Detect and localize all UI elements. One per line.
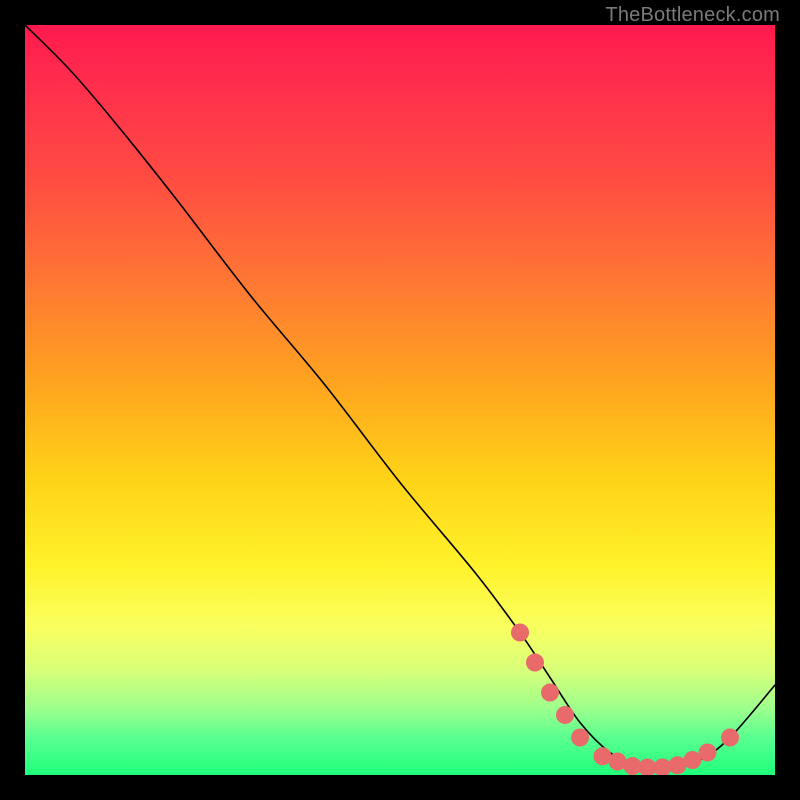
bottleneck-curve: [25, 25, 775, 769]
data-marker: [571, 729, 589, 747]
data-marker: [721, 729, 739, 747]
marker-group: [511, 624, 739, 776]
data-marker: [541, 684, 559, 702]
data-marker: [526, 654, 544, 672]
watermark-text: TheBottleneck.com: [605, 4, 780, 27]
plot-area: [25, 25, 775, 775]
chart-container: TheBottleneck.com: [0, 0, 800, 800]
data-marker: [556, 706, 574, 724]
data-marker: [511, 624, 529, 642]
data-marker: [699, 744, 717, 762]
chart-svg: [25, 25, 775, 775]
